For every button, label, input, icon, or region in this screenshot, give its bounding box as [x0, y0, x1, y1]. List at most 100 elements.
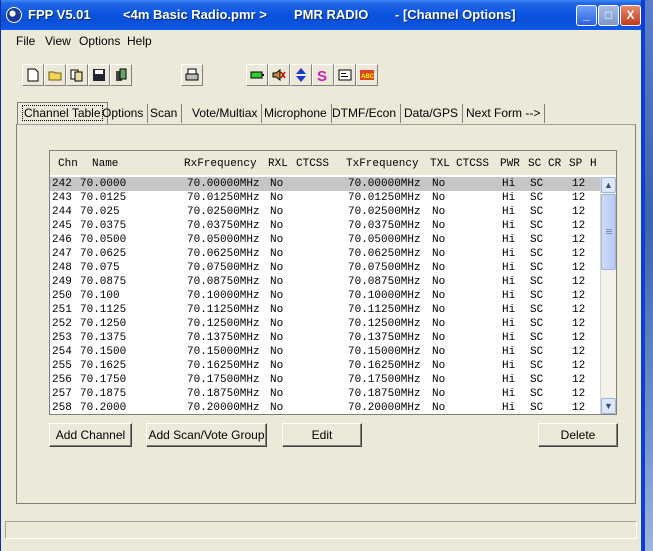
table-row[interactable]: 257 70.1875 70.18750MHz No 70.18750MHz No Hi SC…: [50, 387, 602, 401]
cell-rxfrequency: 70.20000MHz: [187, 402, 260, 414]
svg-text:S: S: [317, 68, 327, 82]
header-cr: CR: [548, 158, 562, 170]
table-row[interactable]: 251 70.1125 70.11250MHz No 70.11250MHz No Hi SC…: [50, 303, 602, 317]
cell-rxfrequency: 70.08750MHz: [187, 276, 260, 288]
table-row[interactable]: 248 70.075 70.07500MHz No 70.07500MHz No Hi SC 1…: [50, 261, 602, 275]
delete-button[interactable]: Delete: [538, 423, 618, 447]
cell-rxfrequency: 70.01250MHz: [187, 192, 260, 204]
cell-name: 70.0625: [80, 248, 127, 260]
cell-sp: 12: [572, 318, 586, 330]
s-icon[interactable]: S: [312, 64, 334, 86]
tab-dtmf-econ[interactable]: DTMF/Econ: [328, 104, 402, 123]
cell-rxfrequency: 70.11250MHz: [187, 304, 260, 316]
cell-txfrequency: 70.01250MHz: [348, 192, 421, 204]
tab-data-gps[interactable]: Data/GPS: [400, 104, 464, 123]
battery-icon[interactable]: [246, 64, 268, 86]
cell-txl: No: [432, 332, 446, 344]
new-file-icon[interactable]: [22, 64, 44, 86]
cell-txl: No: [432, 360, 446, 372]
table-row[interactable]: 247 70.0625 70.06250MHz No 70.06250MHz No Hi SC…: [50, 247, 602, 261]
table-row[interactable]: 250 70.100 70.10000MHz No 70.10000MHz No Hi SC 1…: [50, 289, 602, 303]
cell-sc: SC: [530, 318, 544, 330]
menu-view[interactable]: View: [45, 34, 71, 48]
copy-icon[interactable]: [66, 64, 88, 86]
table-row[interactable]: 254 70.1500 70.15000MHz No 70.15000MHz No Hi SC…: [50, 345, 602, 359]
cell-txfrequency: 70.05000MHz: [348, 234, 421, 246]
cell-name: 70.0125: [80, 192, 127, 204]
app-icon[interactable]: [6, 7, 22, 23]
radio-device-icon[interactable]: [110, 64, 132, 86]
channel-list[interactable]: Chn Name RxFrequency RXL CTCSS TxFrequen…: [49, 150, 617, 415]
minimize-button[interactable]: _: [576, 5, 597, 26]
cell-chn: 250: [52, 290, 72, 302]
cell-pwr: Hi: [502, 374, 516, 386]
table-row[interactable]: 253 70.1375 70.13750MHz No 70.13750MHz No Hi SC…: [50, 331, 602, 345]
add-scan-vote-group-button[interactable]: Add Scan/Vote Group: [146, 423, 267, 447]
table-row[interactable]: 256 70.1750 70.17500MHz No 70.17500MHz No Hi SC…: [50, 373, 602, 387]
mute-speaker-icon[interactable]: [268, 64, 290, 86]
vertical-scrollbar[interactable]: ▲ ▼: [600, 177, 616, 414]
title-bar[interactable]: FPP V5.01 <4m Basic Radio.pmr > PMR RADI…: [1, 0, 641, 30]
cell-sc: SC: [530, 360, 544, 372]
table-row[interactable]: 258 70.2000 70.20000MHz No 70.20000MHz No Hi SC…: [50, 401, 602, 414]
table-row[interactable]: 245 70.0375 70.03750MHz No 70.03750MHz No Hi SC…: [50, 219, 602, 233]
cell-sp: 12: [572, 374, 586, 386]
header-chn: Chn: [58, 158, 78, 170]
open-folder-icon[interactable]: [44, 64, 66, 86]
title-product: PMR RADIO: [294, 7, 369, 22]
table-row[interactable]: 244 70.025 70.02500MHz No 70.02500MHz No Hi SC 1…: [50, 205, 602, 219]
tab-channel-table[interactable]: Channel Table: [17, 102, 108, 124]
menu-bar: File View Options Help: [1, 30, 641, 52]
cell-sc: SC: [530, 290, 544, 302]
close-button[interactable]: X: [620, 5, 641, 26]
cell-sc: SC: [530, 248, 544, 260]
tab-scan[interactable]: Scan: [146, 104, 183, 123]
tab-microphone[interactable]: Microphone: [260, 104, 332, 123]
tab-vote-multiax[interactable]: Vote/Multiax: [188, 104, 263, 123]
cell-sc: SC: [530, 304, 544, 316]
sort-arrows-icon[interactable]: [290, 64, 312, 86]
menu-options[interactable]: Options: [79, 34, 120, 48]
cell-txfrequency: 70.02500MHz: [348, 206, 421, 218]
cell-chn: 246: [52, 234, 72, 246]
cell-rxl: No: [270, 318, 284, 330]
print-icon[interactable]: [181, 64, 203, 86]
header-name: Name: [92, 158, 119, 170]
edit-button[interactable]: Edit: [282, 423, 362, 447]
title-app: FPP V5.01: [28, 7, 91, 22]
cell-sc: SC: [530, 192, 544, 204]
abc-icon[interactable]: ABC: [356, 64, 378, 86]
save-icon[interactable]: [88, 64, 110, 86]
maximize-button[interactable]: □: [598, 5, 619, 26]
scroll-down-icon[interactable]: ▼: [601, 398, 616, 414]
menu-file[interactable]: File: [16, 34, 35, 48]
cell-rxl: No: [270, 402, 284, 414]
table-row[interactable]: 246 70.0500 70.05000MHz No 70.05000MHz No Hi SC…: [50, 233, 602, 247]
table-row[interactable]: 249 70.0875 70.08750MHz No 70.08750MHz No Hi SC…: [50, 275, 602, 289]
cell-chn: 258: [52, 402, 72, 414]
cell-sp: 12: [572, 360, 586, 372]
table-row[interactable]: 252 70.1250 70.12500MHz No 70.12500MHz No Hi SC…: [50, 317, 602, 331]
cell-txfrequency: 70.08750MHz: [348, 276, 421, 288]
cell-txl: No: [432, 346, 446, 358]
add-channel-button[interactable]: Add Channel: [49, 423, 132, 447]
form-icon[interactable]: [334, 64, 356, 86]
cell-name: 70.1375: [80, 332, 127, 344]
menu-help[interactable]: Help: [127, 34, 152, 48]
cell-rxl: No: [270, 192, 284, 204]
table-row[interactable]: 255 70.1625 70.16250MHz No 70.16250MHz No Hi SC…: [50, 359, 602, 373]
table-row[interactable]: 243 70.0125 70.01250MHz No 70.01250MHz No Hi SC…: [50, 191, 602, 205]
scroll-up-icon[interactable]: ▲: [601, 177, 616, 193]
scroll-thumb[interactable]: [601, 194, 616, 270]
cell-sp: 12: [572, 220, 586, 232]
cell-rxfrequency: 70.16250MHz: [187, 360, 260, 372]
cell-txl: No: [432, 192, 446, 204]
list-header: Chn Name RxFrequency RXL CTCSS TxFrequen…: [50, 151, 616, 175]
cell-rxfrequency: 70.13750MHz: [187, 332, 260, 344]
cell-chn: 255: [52, 360, 72, 372]
tab-next-form[interactable]: Next Form -->: [462, 104, 546, 123]
cell-sp: 12: [572, 290, 586, 302]
tab-options[interactable]: Options: [98, 104, 149, 123]
table-row[interactable]: 242 70.0000 70.00000MHz No 70.00000MHz No Hi SC…: [50, 177, 602, 191]
cell-sp: 12: [572, 262, 586, 274]
